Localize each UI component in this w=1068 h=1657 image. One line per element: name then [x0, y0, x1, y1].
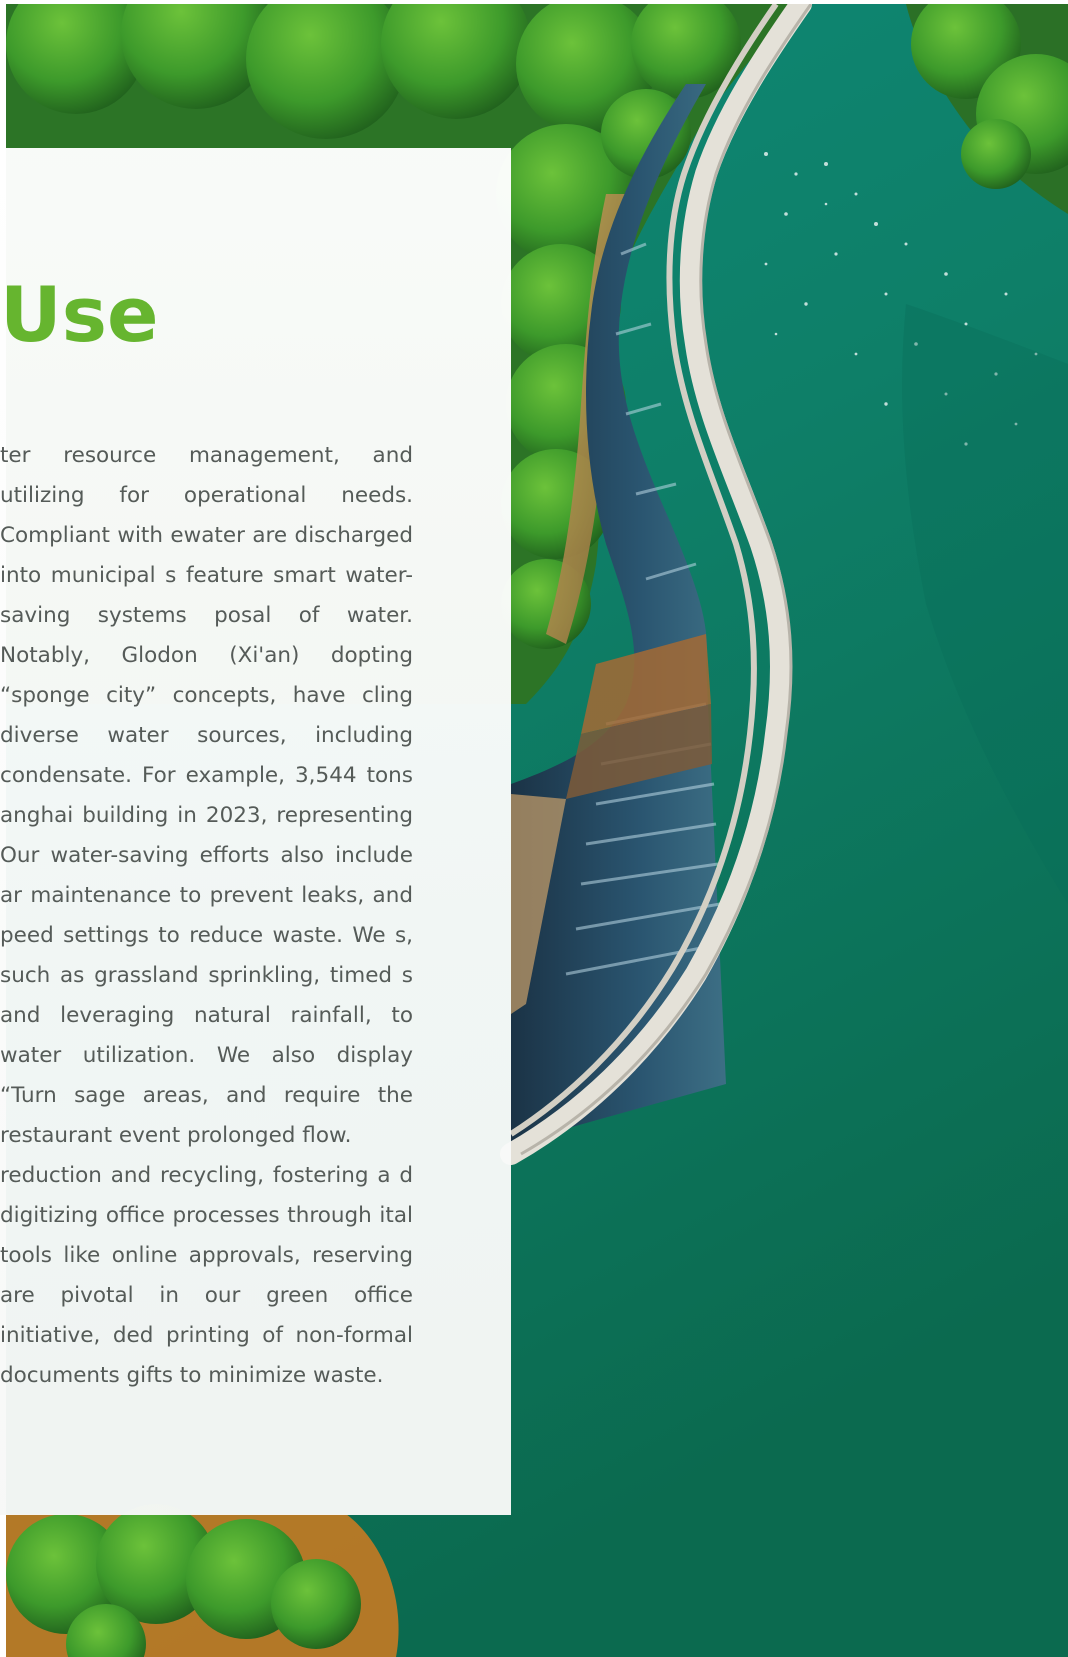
body-paragraph-water-use: ter resource management, and utilizing f… [0, 443, 413, 1148]
body-paragraph-green-office: reduction and recycling, fostering a d d… [0, 1163, 413, 1388]
text-panel: Use ter resource management, and utilizi… [0, 148, 511, 1515]
report-page: Use ter resource management, and utilizi… [0, 0, 1068, 1657]
section-title: Use [0, 270, 159, 359]
